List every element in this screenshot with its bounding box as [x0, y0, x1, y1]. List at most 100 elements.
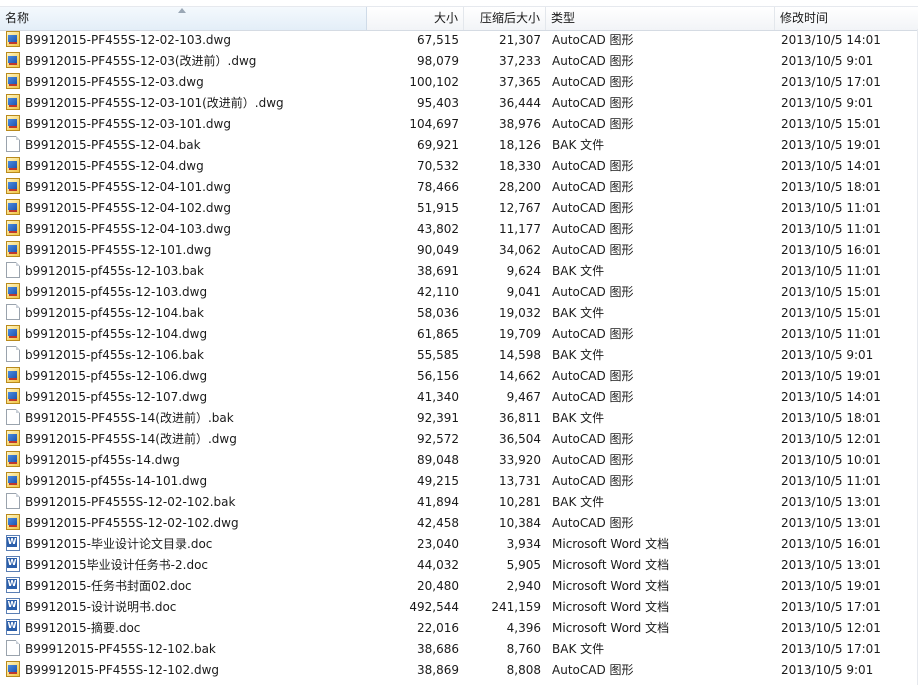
file-type: AutoCAD 图形 — [552, 201, 634, 215]
autocad-file-icon — [6, 388, 20, 404]
file-modified: 2013/10/5 14:01 — [781, 33, 881, 47]
file-size: 98,079 — [417, 54, 459, 68]
file-row[interactable]: b9912015-pf455s-14.dwg 89,048 33,920 AutoCA… — [0, 450, 918, 471]
file-type: BAK 文件 — [552, 306, 605, 320]
file-modified: 2013/10/5 15:01 — [781, 117, 881, 131]
file-name-cell: B9912015-PF455S-12-04-101.dwg — [6, 177, 366, 198]
file-name-cell: b9912015-pf455s-14-101.dwg — [6, 471, 366, 492]
file-row[interactable]: B9912015-PF455S-12-04-103.dwg 43,802 11,17… — [0, 219, 918, 240]
file-row[interactable]: B99912015-PF455S-12-102.dwg 38,869 8,808 Au… — [0, 660, 918, 681]
file-modified: 2013/10/5 19:01 — [781, 138, 881, 152]
file-name: B9912015-PF455S-14(改进前）.bak — [25, 411, 234, 425]
file-size: 41,340 — [417, 390, 459, 404]
file-size: 42,110 — [417, 285, 459, 299]
blank-file-icon — [6, 493, 20, 509]
file-compressed-size: 37,233 — [499, 54, 541, 68]
file-size: 22,016 — [417, 621, 459, 635]
word-document-icon — [6, 619, 20, 635]
file-row[interactable]: B9912015-PF455S-12-04.dwg 70,532 18,330 Aut… — [0, 156, 918, 177]
file-row[interactable]: B9912015-PF455S-12-03-101(改进前）.dwg 95,403… — [0, 93, 918, 114]
file-name-cell: B9912015-PF4555S-12-02-102.bak — [6, 492, 366, 513]
file-size: 89,048 — [417, 453, 459, 467]
file-type: AutoCAD 图形 — [552, 663, 634, 677]
file-type: BAK 文件 — [552, 138, 605, 152]
file-type: AutoCAD 图形 — [552, 390, 634, 404]
file-compressed-size: 9,041 — [506, 285, 541, 299]
file-row[interactable]: B9912015毕业设计任务书-2.doc 44,032 5,905 Microsof… — [0, 555, 918, 576]
file-type: Microsoft Word 文档 — [552, 600, 670, 614]
file-modified: 2013/10/5 15:01 — [781, 285, 881, 299]
file-row[interactable]: B9912015-PF455S-12-03(改进前）.dwg 98,079 37,2… — [0, 51, 918, 72]
file-modified: 2013/10/5 17:01 — [781, 75, 881, 89]
file-modified: 2013/10/5 13:01 — [781, 558, 881, 572]
autocad-file-icon — [6, 157, 20, 173]
file-type: BAK 文件 — [552, 411, 605, 425]
file-name-cell: B9912015-设计说明书.doc — [6, 597, 366, 618]
file-type: BAK 文件 — [552, 264, 605, 278]
autocad-file-icon — [6, 52, 20, 68]
file-row[interactable]: B9912015-摘要.doc 22,016 4,396 Microsoft Word… — [0, 618, 918, 639]
file-modified: 2013/10/5 14:01 — [781, 390, 881, 404]
blank-file-icon — [6, 304, 20, 320]
column-header-compressed-size[interactable]: 压缩后大小 — [464, 7, 546, 30]
file-size: 43,802 — [417, 222, 459, 236]
column-header-size[interactable]: 大小 — [367, 7, 464, 30]
file-row[interactable]: b9912015-pf455s-12-103.dwg 42,110 9,041 Aut… — [0, 282, 918, 303]
file-row[interactable]: B9912015-PF455S-12-03-101.dwg 104,697 38,9… — [0, 114, 918, 135]
file-row[interactable]: b9912015-pf455s-12-103.bak 38,691 9,624 BAK… — [0, 261, 918, 282]
file-row[interactable]: B99912015-PF455S-12-102.bak 38,686 8,760 BA… — [0, 639, 918, 660]
autocad-file-icon — [6, 94, 20, 110]
file-row[interactable]: B9912015-PF4555S-12-02-102.bak 41,894 10,2… — [0, 492, 918, 513]
autocad-file-icon — [6, 73, 20, 89]
file-modified: 2013/10/5 12:01 — [781, 432, 881, 446]
file-name: B9912015-PF455S-12-04-101.dwg — [25, 180, 231, 194]
autocad-file-icon — [6, 661, 20, 677]
file-compressed-size: 37,365 — [499, 75, 541, 89]
file-name-cell: B9912015-任务书封面02.doc — [6, 576, 366, 597]
file-compressed-size: 19,032 — [499, 306, 541, 320]
column-modified-label: 修改时间 — [780, 11, 829, 25]
file-row[interactable]: B9912015-毕业设计论文目录.doc 23,040 3,934 Microsof… — [0, 534, 918, 555]
file-row[interactable]: b9912015-pf455s-12-104.dwg 61,865 19,709 Au… — [0, 324, 918, 345]
file-compressed-size: 10,281 — [499, 495, 541, 509]
file-row[interactable]: B9912015-PF455S-12-101.dwg 90,049 34,062 Au… — [0, 240, 918, 261]
autocad-file-icon — [6, 241, 20, 257]
file-name-cell: b9912015-pf455s-12-104.bak — [6, 303, 366, 324]
file-row[interactable]: b9912015-pf455s-14-101.dwg 49,215 13,731 Au… — [0, 471, 918, 492]
file-row[interactable]: B9912015-任务书封面02.doc 20,480 2,940 Microsoft… — [0, 576, 918, 597]
file-row[interactable]: b9912015-pf455s-12-107.dwg 41,340 9,467 Aut… — [0, 387, 918, 408]
file-compressed-size: 21,307 — [499, 33, 541, 47]
file-row[interactable]: B9912015-PF455S-12-04-102.dwg 51,915 12,76… — [0, 198, 918, 219]
file-name: B9912015-PF455S-12-03.dwg — [25, 75, 204, 89]
file-compressed-size: 36,504 — [499, 432, 541, 446]
file-type: BAK 文件 — [552, 348, 605, 362]
file-type: AutoCAD 图形 — [552, 33, 634, 47]
file-compressed-size: 12,767 — [499, 201, 541, 215]
file-row[interactable]: B9912015-PF4555S-12-02-102.dwg 42,458 10,3… — [0, 513, 918, 534]
file-name: b9912015-pf455s-14.dwg — [25, 453, 180, 467]
file-row[interactable]: B9912015-PF455S-12-03.dwg 100,102 37,365 Au… — [0, 72, 918, 93]
column-header-type[interactable]: 类型 — [546, 7, 775, 30]
column-header-modified[interactable]: 修改时间 — [775, 7, 918, 30]
file-row[interactable]: B9912015-PF455S-14(改进前）.dwg 92,572 36,504 A… — [0, 429, 918, 450]
file-name: b9912015-pf455s-14-101.dwg — [25, 474, 208, 488]
file-row[interactable]: B9912015-PF455S-12-04.bak 69,921 18,126 BAK… — [0, 135, 918, 156]
file-modified: 2013/10/5 17:01 — [781, 642, 881, 656]
file-row[interactable]: b9912015-pf455s-12-106.bak 55,585 14,598 BA… — [0, 345, 918, 366]
column-header-name[interactable]: 名称 — [0, 7, 367, 30]
file-name-cell: b9912015-pf455s-12-106.dwg — [6, 366, 366, 387]
file-row[interactable]: B9912015-设计说明书.doc 492,544 241,159 Microsof… — [0, 597, 918, 618]
file-name-cell: B9912015-PF455S-12-03(改进前）.dwg — [6, 51, 366, 72]
file-row[interactable]: B9912015-PF455S-14(改进前）.bak 92,391 36,811 B… — [0, 408, 918, 429]
file-modified: 2013/10/5 13:01 — [781, 516, 881, 530]
file-row[interactable]: B9912015-PF455S-12-04-101.dwg 78,466 28,20… — [0, 177, 918, 198]
file-name: B99912015-PF455S-12-102.bak — [25, 642, 216, 656]
file-size: 44,032 — [417, 558, 459, 572]
file-type: AutoCAD 图形 — [552, 159, 634, 173]
file-row[interactable]: B9912015-PF455S-12-02-103.dwg 67,515 21,30… — [0, 30, 918, 51]
file-row[interactable]: b9912015-pf455s-12-104.bak 58,036 19,032 BA… — [0, 303, 918, 324]
file-size: 41,894 — [417, 495, 459, 509]
blank-file-icon — [6, 262, 20, 278]
file-compressed-size: 3,934 — [506, 537, 541, 551]
file-row[interactable]: b9912015-pf455s-12-106.dwg 56,156 14,662 Au… — [0, 366, 918, 387]
